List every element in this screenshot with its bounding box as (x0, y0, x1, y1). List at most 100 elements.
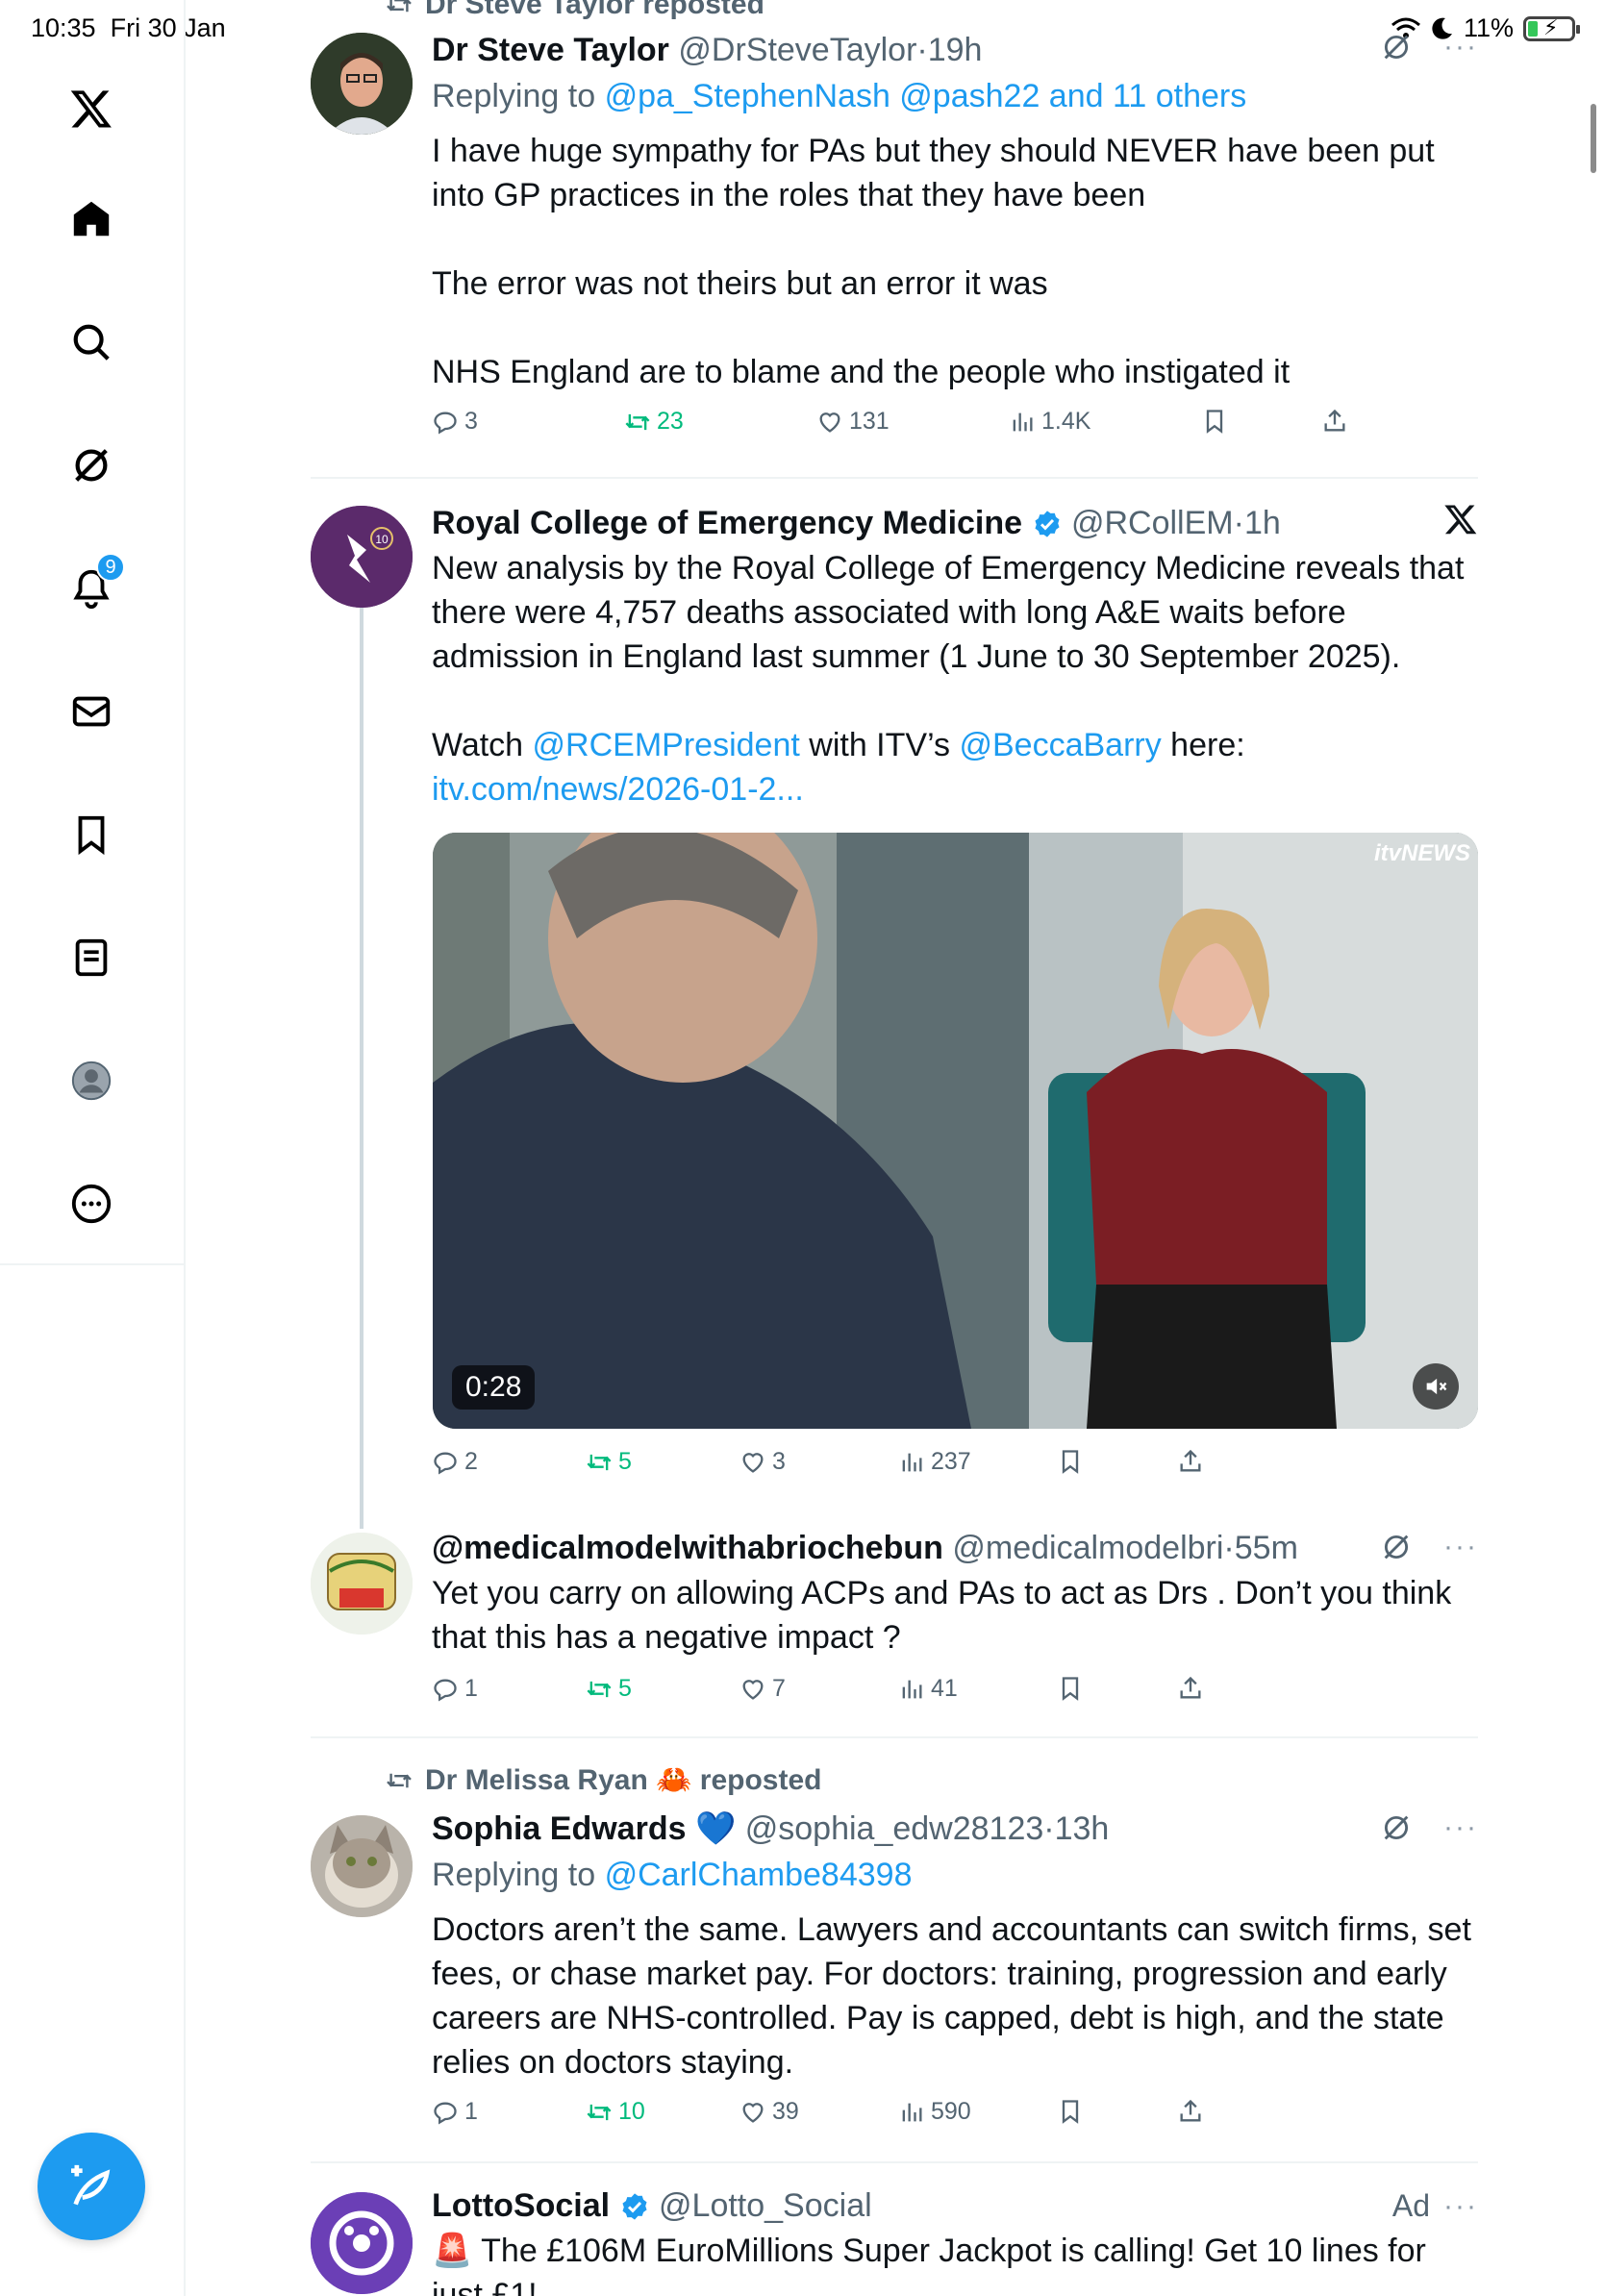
reply-prefix: Replying to (432, 78, 596, 114)
grok-icon[interactable] (62, 436, 121, 495)
views-button[interactable]: 590 (898, 2098, 971, 2126)
search-icon[interactable] (62, 312, 121, 372)
reply-button[interactable]: 2 (432, 1448, 478, 1476)
like-button[interactable]: 7 (739, 1675, 786, 1703)
author-handle[interactable]: @Lotto_Social (659, 2187, 872, 2224)
author-handle[interactable]: @DrSteveTaylor (678, 32, 916, 68)
repost-icon (387, 0, 412, 12)
author-name[interactable]: Royal College of Emergency Medicine (432, 505, 1022, 541)
repost-icon (587, 2104, 612, 2120)
tweet-paragraph: I have huge sympathy for PAs but they sh… (432, 133, 1435, 213)
like-button[interactable]: 3 (739, 1448, 786, 1476)
repost-button[interactable]: 10 (586, 2098, 645, 2126)
watch-prefix: Watch (432, 727, 524, 763)
compose-feather-icon (71, 2164, 111, 2206)
views-icon (902, 1680, 922, 1698)
share-button[interactable] (1177, 1448, 1204, 1475)
author-name[interactable]: Dr Steve Taylor (432, 32, 669, 68)
scrollbar[interactable] (1591, 104, 1596, 173)
tweet-top-icons (1443, 502, 1478, 537)
bookmark-button[interactable] (1057, 2098, 1084, 2125)
reply-handles-link[interactable]: @pa_StephenNash @pash22 and 11 others (605, 78, 1247, 114)
avatar[interactable] (311, 1533, 413, 1635)
article-link[interactable]: itv.com/news/2026-01-2... (432, 767, 1478, 811)
bookmark-button[interactable] (1057, 1448, 1084, 1475)
mute-button[interactable] (1413, 1363, 1459, 1410)
heart-icon (819, 412, 840, 433)
tweet-time[interactable]: 19h (928, 32, 983, 68)
share-icon (1180, 1449, 1201, 1472)
reply-button[interactable]: 1 (432, 2098, 478, 2126)
avatar[interactable] (311, 2192, 413, 2294)
grok-icon[interactable] (1380, 1811, 1413, 1844)
tweet-time[interactable]: 1h (1244, 505, 1281, 541)
compose-button[interactable] (38, 2133, 145, 2240)
repost-banner-text: Dr Steve Taylor reposted (425, 0, 764, 20)
author-handle[interactable]: @medicalmodelbri (952, 1530, 1223, 1566)
x-logo-icon[interactable] (1443, 502, 1478, 537)
like-button[interactable]: 39 (739, 2098, 799, 2126)
views-button[interactable]: 237 (898, 1448, 971, 1476)
views-icon (1013, 412, 1033, 431)
author-handle[interactable]: @sophia_edw28123 (745, 1810, 1044, 1847)
tweet-paragraph: New analysis by the Royal College of Eme… (432, 550, 1465, 675)
tweet-divider (311, 477, 1478, 479)
repost-button[interactable]: 5 (586, 1448, 632, 1476)
like-button[interactable]: 131 (816, 408, 890, 436)
repost-count: 5 (618, 1675, 632, 1702)
charging-icon: ⚡ (1543, 14, 1559, 39)
view-count: 1.4K (1041, 408, 1091, 435)
x-logo-icon[interactable] (62, 79, 121, 138)
avatar[interactable] (311, 33, 413, 135)
share-button[interactable] (1177, 1675, 1204, 1702)
more-options-icon[interactable]: ··· (1443, 1811, 1478, 1844)
tweet-time[interactable]: 55m (1235, 1530, 1298, 1566)
video-duration: 0:28 (452, 1365, 536, 1410)
more-options-icon[interactable]: ··· (1443, 1531, 1478, 1563)
mention-link[interactable]: @RCEMPresident (533, 727, 800, 763)
repost-count: 10 (618, 2098, 645, 2125)
share-button[interactable] (1321, 408, 1348, 435)
tweet-time[interactable]: 13h (1055, 1810, 1110, 1847)
share-button[interactable] (1177, 2098, 1204, 2125)
bookmark-button[interactable] (1201, 408, 1228, 435)
repost-button[interactable]: 23 (624, 408, 684, 436)
author-handle[interactable]: @RCollEM (1071, 505, 1234, 541)
mention-link[interactable]: @BeccaBarry (959, 727, 1161, 763)
grok-icon[interactable] (1380, 31, 1413, 63)
repost-button[interactable]: 5 (586, 1675, 632, 1703)
more-icon[interactable] (62, 1174, 121, 1234)
author-name[interactable]: Sophia Edwards 💙 (432, 1810, 736, 1847)
reply-context: Replying to @pa_StephenNash @pash22 and … (432, 73, 1478, 119)
repost-count: 23 (657, 408, 684, 435)
avatar[interactable] (311, 1815, 413, 1917)
author-name[interactable]: LottoSocial (432, 2187, 610, 2224)
lists-icon[interactable] (62, 928, 121, 987)
author-name[interactable]: @medicalmodelwithabriochebun (432, 1530, 943, 1566)
video-player[interactable]: itvNEWS 0:28 (433, 833, 1478, 1429)
view-count: 237 (931, 1448, 971, 1475)
bookmark-icon (1062, 2100, 1079, 2124)
reply-count: 1 (464, 1675, 478, 1702)
repost-icon (587, 1454, 612, 1470)
avatar[interactable]: 10 (311, 506, 413, 608)
grok-icon[interactable] (1380, 1531, 1413, 1563)
reply-button[interactable]: 1 (432, 1675, 478, 1703)
messages-icon[interactable] (62, 682, 121, 741)
reply-button[interactable]: 3 (432, 408, 478, 436)
tweet-actions: 3 23 131 1.4K (432, 408, 1478, 456)
reply-handles-link[interactable]: @CarlChambe84398 (605, 1857, 913, 1893)
more-options-icon[interactable]: ··· (1443, 2190, 1478, 2223)
views-button[interactable]: 41 (898, 1675, 958, 1703)
more-options-icon[interactable]: ··· (1443, 31, 1478, 63)
heart-icon (742, 1679, 764, 1700)
tweet-body: 2 5 3 237 (432, 1448, 1478, 1496)
profile-icon[interactable] (62, 1051, 121, 1111)
bookmark-button[interactable] (1057, 1675, 1084, 1702)
home-icon[interactable] (62, 189, 121, 249)
bookmarks-icon[interactable] (62, 805, 121, 864)
notifications-icon[interactable]: 9 (62, 553, 125, 618)
tweet-paragraph: The error was not theirs but an error it… (432, 265, 1048, 302)
views-button[interactable]: 1.4K (1009, 408, 1090, 436)
